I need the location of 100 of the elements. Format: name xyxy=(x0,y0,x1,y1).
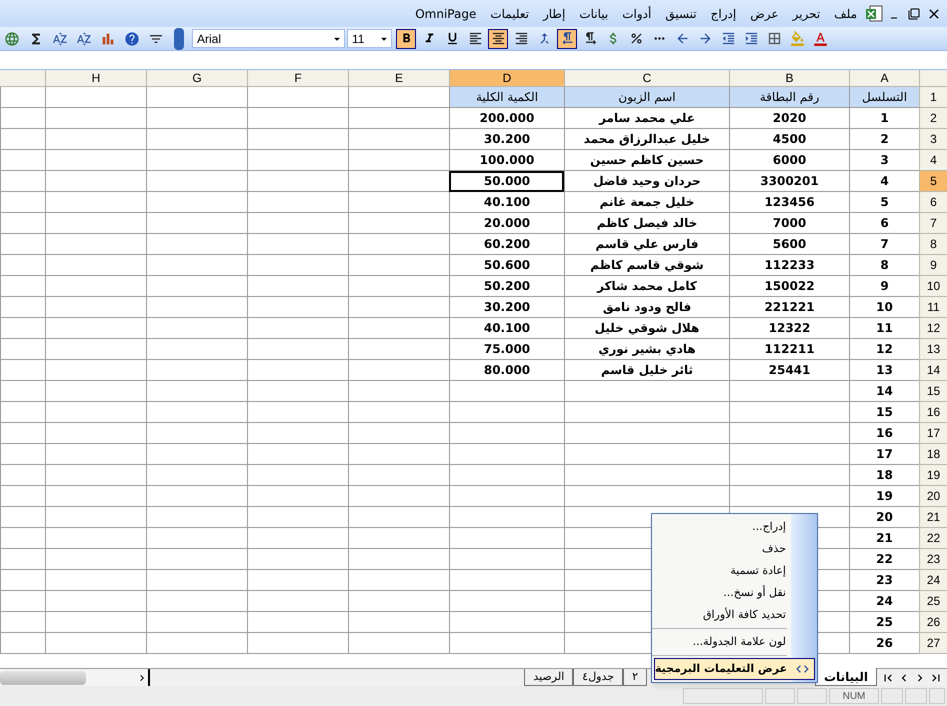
sheet-tab[interactable]: جدول٤ xyxy=(573,669,624,686)
column-header[interactable]: E xyxy=(348,70,449,87)
row-header[interactable]: 20 xyxy=(919,486,947,507)
menu-item[interactable]: نقل أو نسخ... xyxy=(654,582,815,604)
sheet-tab[interactable]: البيانات xyxy=(815,668,877,686)
table-cell: خليل عبدالرزاق محمد xyxy=(564,129,729,150)
align-center-icon[interactable] xyxy=(488,28,508,48)
menu-item[interactable]: تنسيق xyxy=(659,4,703,22)
table-cell xyxy=(0,255,45,276)
menu-item[interactable]: إعادة تسمية xyxy=(654,560,815,582)
row-header[interactable]: 1 xyxy=(919,87,947,108)
row-header[interactable]: 18 xyxy=(919,444,947,465)
row-header[interactable]: 19 xyxy=(919,465,947,486)
row-header[interactable]: 24 xyxy=(919,570,947,591)
table-cell: 18 xyxy=(849,465,919,486)
row-header[interactable]: 7 xyxy=(919,213,947,234)
table-cell xyxy=(0,423,45,444)
table-cell: 11 xyxy=(849,318,919,339)
menu-item[interactable]: أدوات xyxy=(616,4,658,22)
status-panel xyxy=(881,688,903,704)
row-header[interactable]: 9 xyxy=(919,255,947,276)
column-header[interactable]: F xyxy=(247,70,348,87)
column-header[interactable]: B xyxy=(729,70,849,87)
row-header[interactable]: 13 xyxy=(919,339,947,360)
row-header[interactable]: 27 xyxy=(919,633,947,654)
num-lock-indicator: NUM xyxy=(829,688,879,704)
table-cell: 100.000 xyxy=(449,150,564,171)
row-header[interactable]: 6 xyxy=(919,192,947,213)
row-header[interactable]: 23 xyxy=(919,549,947,570)
horizontal-scrollbar[interactable] xyxy=(0,669,150,686)
table-cell xyxy=(0,129,45,150)
menu-item[interactable]: بيانات xyxy=(573,4,614,22)
row-header[interactable]: 5 xyxy=(919,171,947,192)
column-header[interactable]: D xyxy=(449,70,564,87)
menu-item[interactable]: ملف xyxy=(828,4,863,22)
row-header[interactable]: 22 xyxy=(919,528,947,549)
font-size-field[interactable]: 11 xyxy=(347,29,392,48)
row-header[interactable]: 8 xyxy=(919,234,947,255)
column-header[interactable]: H xyxy=(45,70,146,87)
table-cell: 9 xyxy=(849,276,919,297)
sheet-tab[interactable]: الرصيد xyxy=(524,669,574,686)
table-cell: 23 xyxy=(849,570,919,591)
row-header[interactable]: 10 xyxy=(919,276,947,297)
row-header[interactable]: 15 xyxy=(919,381,947,402)
sheet-tab[interactable]: ٢ xyxy=(623,669,647,686)
table-cell: 30.200 xyxy=(449,129,564,150)
table-cell: 25441 xyxy=(729,360,849,381)
table-cell: التسلسل xyxy=(849,87,919,108)
menu-item[interactable]: لون علامة الجدولة... xyxy=(654,631,815,653)
table-cell: 19 xyxy=(849,486,919,507)
row-header[interactable]: 16 xyxy=(919,402,947,423)
row-header[interactable]: 3 xyxy=(919,129,947,150)
table-cell xyxy=(0,507,45,528)
bold-icon[interactable] xyxy=(396,28,416,48)
menu-item[interactable]: عرض xyxy=(744,4,784,22)
column-header[interactable]: A xyxy=(849,70,919,87)
row-header[interactable]: 21 xyxy=(919,507,947,528)
table-cell: 24 xyxy=(849,591,919,612)
text-direction-icon[interactable] xyxy=(557,28,577,48)
status-panel xyxy=(905,688,927,704)
table-cell: اسم الزبون xyxy=(564,87,729,108)
menu-item[interactable]: إطار xyxy=(536,4,572,22)
spreadsheet-icon[interactable] xyxy=(865,4,883,22)
menu-item[interactable]: تحرير xyxy=(786,4,826,22)
table-cell: كامل محمد شاكر xyxy=(564,276,729,297)
table-cell: 22 xyxy=(849,549,919,570)
table-cell xyxy=(0,192,45,213)
table-cell xyxy=(0,570,45,591)
table-cell: 3 xyxy=(849,150,919,171)
row-header[interactable]: 26 xyxy=(919,612,947,633)
menu-item[interactable]: حذف xyxy=(654,538,815,560)
row-header[interactable]: 14 xyxy=(919,360,947,381)
table-cell xyxy=(0,150,45,171)
menu-item[interactable]: OmniPage xyxy=(409,4,482,22)
menu-item[interactable]: تحديد كافة الأوراق xyxy=(654,604,815,626)
table-cell: 40.100 xyxy=(449,192,564,213)
font-field[interactable]: Arial xyxy=(192,29,345,48)
table-cell: 150022 xyxy=(729,276,849,297)
column-header[interactable]: G xyxy=(146,70,247,87)
table-cell: 5600 xyxy=(729,234,849,255)
row-header[interactable]: 4 xyxy=(919,150,947,171)
row-header[interactable]: 11 xyxy=(919,297,947,318)
menu-item[interactable]: إدراج... xyxy=(654,516,815,538)
table-cell: 15 xyxy=(849,402,919,423)
table-cell: 30.200 xyxy=(449,297,564,318)
menu-item[interactable]: عرض التعليمات البرمجية xyxy=(654,658,815,680)
table-cell xyxy=(0,381,45,402)
column-header[interactable]: C xyxy=(564,70,729,87)
table-cell: 10 xyxy=(849,297,919,318)
row-header[interactable]: 2 xyxy=(919,108,947,129)
toolbar-grip-icon[interactable] xyxy=(174,28,184,50)
table-cell xyxy=(0,402,45,423)
row-header[interactable]: 12 xyxy=(919,318,947,339)
table-cell xyxy=(0,213,45,234)
menu-item[interactable]: إدراج xyxy=(704,4,742,22)
table-cell: 20.000 xyxy=(449,213,564,234)
row-header[interactable]: 17 xyxy=(919,423,947,444)
menu-item[interactable]: تعليمات xyxy=(484,4,535,22)
row-header[interactable]: 25 xyxy=(919,591,947,612)
table-cell: 123456 xyxy=(729,192,849,213)
